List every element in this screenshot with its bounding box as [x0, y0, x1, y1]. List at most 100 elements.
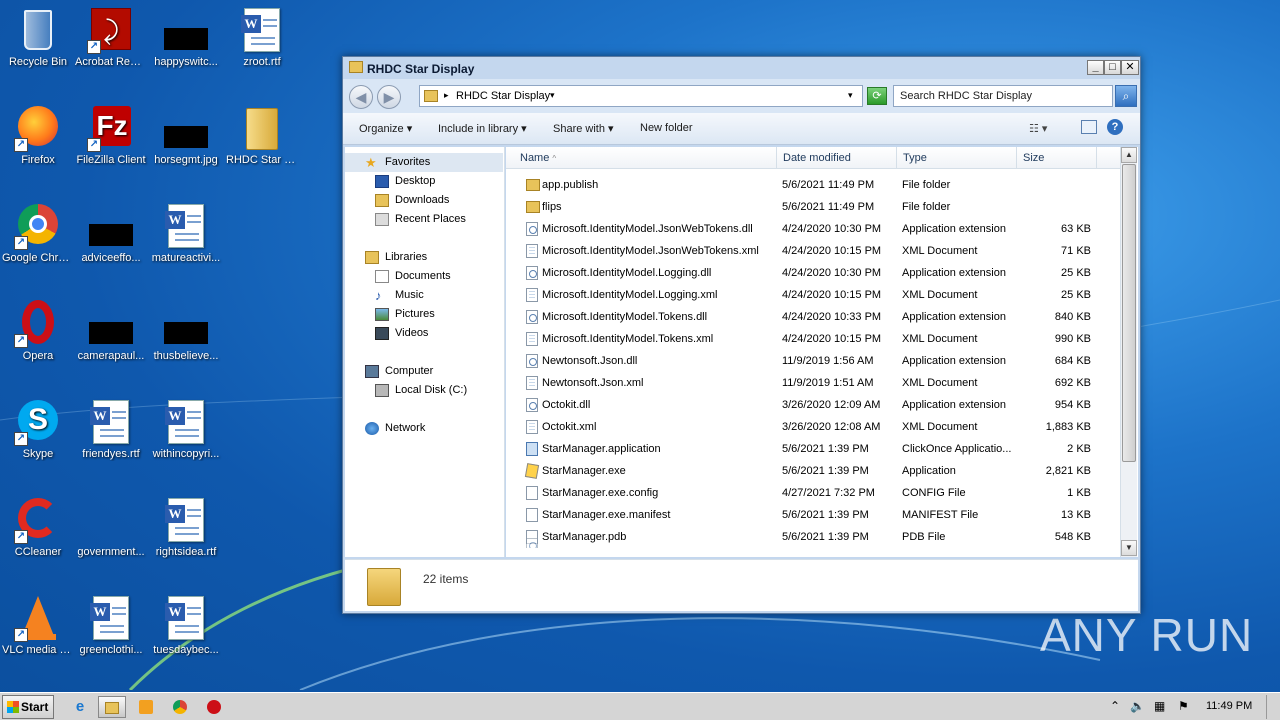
nav-pictures[interactable]: Pictures — [345, 305, 503, 324]
desktop-icon-government[interactable]: government... — [73, 496, 149, 559]
explorer-window[interactable]: RHDC Star Display _ □ ✕ ◀ ▶ ▸ RHDC Star … — [342, 56, 1141, 614]
desktop-icon-matureactivi[interactable]: Wmatureactivi... — [148, 202, 224, 265]
search-input[interactable]: Search RHDC Star Display — [893, 85, 1113, 107]
file-row[interactable]: StarManager.exe.config 4/27/2021 7:32 PM C… — [506, 482, 1120, 504]
maximize-button[interactable]: □ — [1104, 60, 1121, 75]
clock[interactable]: 11:49 PM — [1206, 700, 1252, 712]
address-history-dropdown[interactable]: ▾ — [848, 90, 853, 101]
desktop-icon-recycle-bin[interactable]: Recycle Bin — [0, 6, 76, 69]
nav-downloads[interactable]: Downloads — [345, 191, 503, 210]
include-in-library-button[interactable]: Include in library ▾ — [438, 122, 527, 135]
minimize-button[interactable]: _ — [1087, 60, 1104, 75]
nav-network[interactable]: Network — [345, 419, 503, 438]
desktop-icon-greenclothi[interactable]: Wgreenclothi... — [73, 594, 149, 657]
file-name: Microsoft.IdentityModel.JsonWebTokens.xm… — [542, 245, 759, 257]
file-row[interactable]: Octokit.dll 3/26/2020 12:09 AM Application… — [506, 394, 1120, 416]
file-row[interactable]: Microsoft.IdentityModel.Logging.dll 4/24/… — [506, 262, 1120, 284]
action-center-flag-icon[interactable]: ⚑ — [1178, 699, 1189, 713]
file-row[interactable]: StarManager.exe 5/6/2021 1:39 PM Applicati… — [506, 460, 1120, 482]
scroll-thumb[interactable] — [1122, 164, 1136, 462]
nav-computer[interactable]: Computer — [345, 362, 503, 381]
desktop-icon-withincopyri[interactable]: Wwithincopyri... — [148, 398, 224, 461]
show-desktop-button[interactable] — [1266, 695, 1278, 719]
desktop-icon-filezilla-client[interactable]: Fz ↗ FileZilla Client — [73, 104, 149, 167]
media-player-icon[interactable] — [132, 696, 160, 718]
breadcrumb-path[interactable]: RHDC Star Display — [456, 90, 550, 102]
title-bar[interactable]: RHDC Star Display _ □ ✕ — [343, 57, 1140, 79]
file-row[interactable]: Microsoft.IdentityModel.JsonWebTokens.xm… — [506, 240, 1120, 262]
file-row[interactable]: StarManager.application 5/6/2021 1:39 PM C… — [506, 438, 1120, 460]
desktop-icon-opera[interactable]: ↗ Opera — [0, 300, 76, 363]
share-with-button[interactable]: Share with ▾ — [553, 122, 614, 135]
desktop-icon-rhdc-star-display[interactable]: RHDC Star Display — [224, 104, 300, 167]
desktop-icon-firefox[interactable]: ↗ Firefox — [0, 104, 76, 167]
chevron-down-icon[interactable]: ▾ — [550, 90, 555, 101]
preview-pane-icon[interactable] — [1081, 120, 1097, 134]
nav-local-disk[interactable]: Local Disk (C:) — [345, 381, 503, 400]
desktop-icon-friendyes-rtf[interactable]: Wfriendyes.rtf — [73, 398, 149, 461]
column-type[interactable]: Type — [897, 147, 1017, 169]
desktop-icon-rightsidea-rtf[interactable]: Wrightsidea.rtf — [148, 496, 224, 559]
new-folder-button[interactable]: New folder — [640, 122, 693, 134]
chrome-icon[interactable] — [166, 696, 194, 718]
file-row[interactable]: StarManager.exe.manifest 5/6/2021 1:39 PM… — [506, 504, 1120, 526]
show-hidden-icons-icon[interactable]: ⌃ — [1110, 699, 1120, 713]
scroll-down-arrow[interactable]: ▼ — [1121, 540, 1137, 556]
volume-icon[interactable]: 🔈 — [1130, 699, 1145, 713]
start-button[interactable]: Start — [2, 695, 54, 719]
desktop-icon-horsegmt-jpg[interactable]: horsegmt.jpg — [148, 104, 224, 167]
back-button[interactable]: ◀ — [349, 85, 373, 109]
address-field[interactable]: ▸ RHDC Star Display ▾ ▾ — [419, 85, 863, 107]
network-tray-icon[interactable]: ▦ — [1154, 699, 1165, 713]
close-button[interactable]: ✕ — [1121, 60, 1139, 75]
opera-icon[interactable] — [200, 696, 228, 718]
nav-recent-places[interactable]: Recent Places — [345, 210, 503, 229]
windows-explorer-icon[interactable] — [98, 696, 126, 718]
desktop-icon-label: Firefox — [21, 154, 55, 166]
view-options-icon[interactable]: ☷ ▾ — [1029, 122, 1047, 135]
nav-favorites[interactable]: ★ Favorites — [345, 153, 503, 172]
file-row[interactable]: Microsoft.IdentityModel.Logging.xml 4/24/… — [506, 284, 1120, 306]
desktop-icon-adviceeffo[interactable]: adviceeffo... — [73, 202, 149, 265]
file-row[interactable]: flips 5/6/2021 11:49 PM File folder — [506, 196, 1120, 218]
nav-desktop[interactable]: Desktop — [345, 172, 503, 191]
forward-button[interactable]: ▶ — [377, 85, 401, 109]
desktop-icon-google-chrome[interactable]: ↗ Google Chrome — [0, 202, 76, 265]
internet-explorer-icon[interactable]: e — [66, 696, 94, 718]
file-row[interactable]: Microsoft.IdentityModel.Tokens.xml 4/24/2… — [506, 328, 1120, 350]
help-icon[interactable]: ? — [1107, 119, 1123, 135]
desktop-icon-acrobat-reader-dc[interactable]: ⤸↗ Acrobat Reader DC — [73, 6, 149, 69]
column-date-modified[interactable]: Date modified — [777, 147, 897, 169]
desktop-icon-vlc-media-player[interactable]: ↗ VLC media player — [0, 594, 76, 657]
desktop-icon-skype[interactable]: S ↗ Skype — [0, 398, 76, 461]
file-row[interactable]: Newtonsoft.Json.dll 11/9/2019 1:56 AM Appl… — [506, 350, 1120, 372]
partial-row[interactable] — [506, 536, 1120, 548]
vertical-scrollbar[interactable]: ▲ ▼ — [1120, 147, 1137, 557]
breadcrumb-separator[interactable]: ▸ — [444, 90, 449, 101]
desktop-icon-tuesdaybec[interactable]: Wtuesdaybec... — [148, 594, 224, 657]
file-row[interactable]: Microsoft.IdentityModel.JsonWebTokens.dl… — [506, 218, 1120, 240]
file-list[interactable]: Name ^ Date modified Type Size app.publi… — [506, 147, 1138, 557]
nav-music[interactable]: ♪ Music — [345, 286, 503, 305]
desktop-icon-happyswitc[interactable]: happyswitc... — [148, 6, 224, 69]
column-size[interactable]: Size — [1017, 147, 1097, 169]
refresh-icon[interactable]: ⟳ — [867, 87, 887, 105]
search-icon[interactable]: ⌕ — [1115, 85, 1137, 107]
file-row[interactable]: app.publish 5/6/2021 11:49 PM File folder — [506, 174, 1120, 196]
desktop-icon-ccleaner[interactable]: ↗ CCleaner — [0, 496, 76, 559]
file-row[interactable]: Newtonsoft.Json.xml 11/9/2019 1:51 AM XML … — [506, 372, 1120, 394]
exe-file-icon — [524, 463, 540, 479]
desktop-icon-camerapaul[interactable]: camerapaul... — [73, 300, 149, 363]
nav-documents[interactable]: Documents — [345, 267, 503, 286]
nav-libraries[interactable]: Libraries — [345, 248, 503, 267]
scroll-up-arrow[interactable]: ▲ — [1121, 147, 1137, 163]
file-row[interactable]: Microsoft.IdentityModel.Tokens.dll 4/24/2… — [506, 306, 1120, 328]
desktop-icon-zroot-rtf[interactable]: Wzroot.rtf — [224, 6, 300, 69]
column-name[interactable]: Name ^ — [506, 147, 777, 169]
file-row[interactable]: Octokit.xml 3/26/2020 12:08 AM XML Documen… — [506, 416, 1120, 438]
desktop-icon-thusbelieve[interactable]: thusbelieve... — [148, 300, 224, 363]
file-date: 5/6/2021 1:39 PM — [782, 465, 869, 477]
organize-button[interactable]: Organize ▾ — [359, 122, 412, 135]
nav-videos[interactable]: Videos — [345, 324, 503, 343]
file-type: XML Document — [902, 421, 978, 433]
